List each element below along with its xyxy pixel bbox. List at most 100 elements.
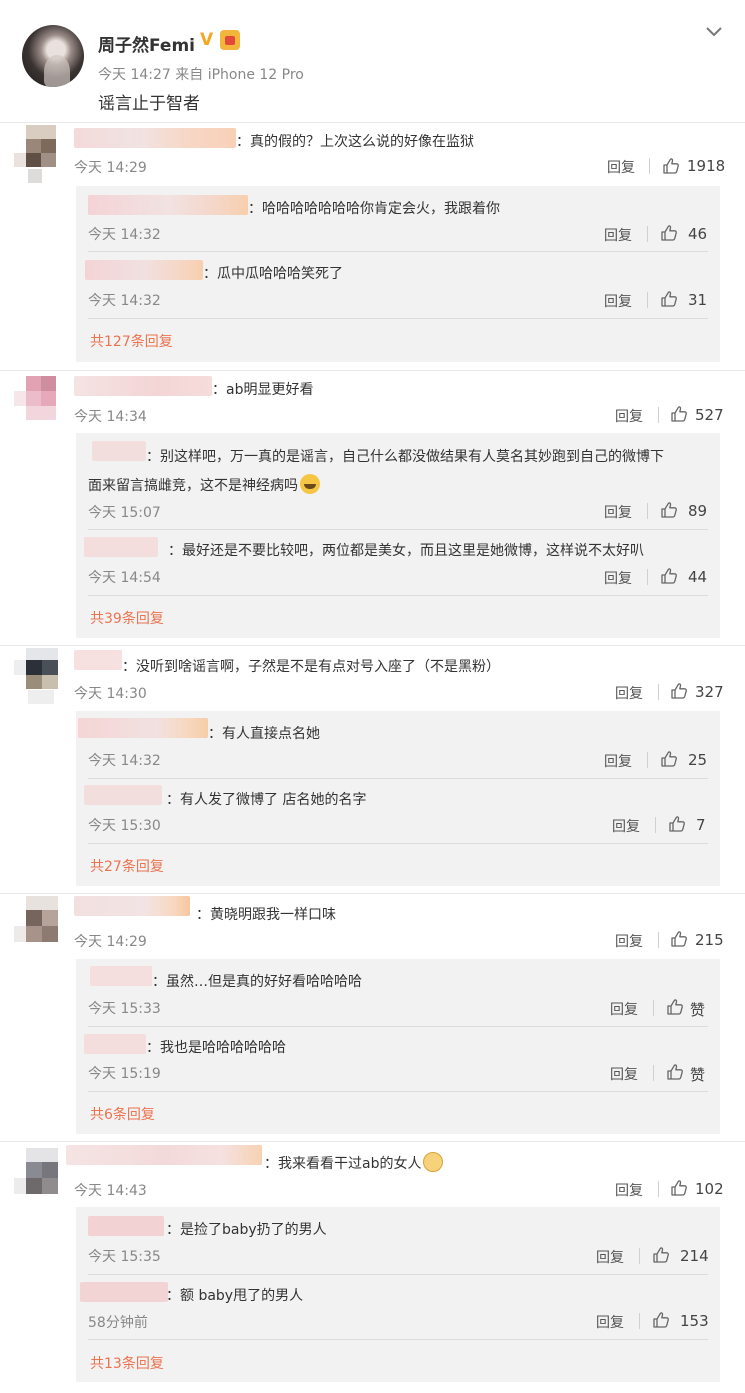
reply-button[interactable]: 回复	[610, 999, 638, 1019]
reply-button[interactable]: 回复	[604, 291, 632, 311]
reply-button[interactable]: 回复	[607, 157, 635, 177]
separator	[647, 569, 648, 585]
commenter-avatar[interactable]	[14, 1148, 58, 1208]
reply-button[interactable]: 回复	[596, 1247, 624, 1267]
divider	[0, 122, 745, 123]
reply-button[interactable]: 回复	[615, 931, 643, 951]
reply-text-line2: 面来留言搞雌竞，这不是神经病吗	[88, 474, 320, 495]
post-time-source: 今天 14:27 来自 iPhone 12 Pro	[98, 67, 304, 83]
reply-text: ：额 baby甩了的男人	[166, 1288, 304, 1304]
like-count[interactable]: 527	[695, 406, 724, 424]
reply-button[interactable]: 回复	[612, 816, 640, 836]
divider	[88, 318, 708, 319]
reply-button[interactable]: 回复	[615, 1180, 643, 1200]
like-icon[interactable]	[660, 290, 678, 308]
like-count[interactable]: 46	[688, 225, 707, 243]
author-name[interactable]: 周子然Femi	[98, 31, 195, 56]
comment-time: 今天 14:30	[74, 686, 147, 702]
like-count[interactable]: 7	[696, 816, 706, 834]
member-badge-icon	[220, 30, 240, 50]
like-icon[interactable]	[662, 157, 680, 175]
like-icon[interactable]	[666, 998, 684, 1016]
commenter-avatar[interactable]	[14, 125, 58, 185]
reply-button[interactable]: 回复	[610, 1064, 638, 1084]
reply-button[interactable]: 回复	[604, 502, 632, 522]
reply-name-blurred[interactable]	[84, 1034, 146, 1054]
reply-time: 今天 15:19	[88, 1066, 161, 1082]
separator	[658, 932, 659, 948]
reply-button[interactable]: 回复	[604, 751, 632, 771]
divider	[88, 595, 708, 596]
like-count[interactable]: 327	[695, 683, 724, 701]
comment-text: ：我来看看干过ab的女人	[264, 1152, 444, 1173]
like-count[interactable]: 44	[688, 568, 707, 586]
reply-name-blurred[interactable]	[88, 195, 248, 215]
author-avatar[interactable]	[22, 25, 84, 87]
like-icon[interactable]	[660, 567, 678, 585]
comment-time: 今天 14:29	[74, 934, 147, 950]
separator	[647, 752, 648, 768]
like-icon[interactable]	[670, 682, 688, 700]
commenter-name-blurred[interactable]	[74, 650, 122, 670]
cat-emoji-icon	[423, 1152, 444, 1172]
separator	[655, 817, 656, 833]
like-count[interactable]: 赞	[690, 1064, 705, 1085]
reply-time: 今天 15:07	[88, 505, 161, 521]
like-count[interactable]: 215	[695, 931, 724, 949]
like-icon[interactable]	[666, 1063, 684, 1081]
more-replies-link[interactable]: 共13条回复	[90, 1353, 164, 1373]
like-count[interactable]: 214	[680, 1247, 709, 1265]
reply-button[interactable]: 回复	[604, 225, 632, 245]
more-replies-link[interactable]: 共27条回复	[90, 856, 164, 876]
like-count[interactable]: 153	[680, 1312, 709, 1330]
like-icon[interactable]	[660, 224, 678, 242]
like-count[interactable]: 25	[688, 751, 707, 769]
like-icon[interactable]	[652, 1311, 670, 1329]
commenter-name-blurred[interactable]	[74, 128, 236, 148]
more-replies-link[interactable]: 共6条回复	[90, 1104, 155, 1124]
more-replies-link[interactable]: 共127条回复	[90, 331, 173, 351]
reply-button[interactable]: 回复	[596, 1312, 624, 1332]
reply-name-blurred[interactable]	[78, 718, 208, 738]
reply-name-blurred[interactable]	[90, 966, 152, 986]
commenter-avatar[interactable]	[14, 648, 58, 708]
reply-name-blurred[interactable]	[84, 785, 162, 805]
comment-text: ：没听到啥谣言啊，子然是不是有点对号入座了（不是黑粉）	[122, 659, 500, 675]
reply-time: 今天 14:32	[88, 753, 161, 769]
reply-text: ：我也是哈哈哈哈哈哈	[146, 1040, 286, 1056]
reply-name-blurred[interactable]	[84, 537, 158, 557]
like-icon[interactable]	[670, 405, 688, 423]
reply-text: ：虽然…但是真的好好看哈哈哈哈	[152, 974, 362, 990]
commenter-avatar[interactable]	[14, 376, 58, 436]
commenter-name-blurred[interactable]	[66, 1145, 262, 1165]
like-icon[interactable]	[652, 1246, 670, 1264]
commenter-name-blurred[interactable]	[74, 896, 190, 916]
like-count[interactable]: 1918	[687, 157, 725, 175]
reply-name-blurred[interactable]	[88, 1216, 164, 1236]
more-replies-link[interactable]: 共39条回复	[90, 608, 164, 628]
reply-button[interactable]: 回复	[615, 683, 643, 703]
reply-name-blurred[interactable]	[92, 441, 146, 461]
like-count[interactable]: 31	[688, 291, 707, 309]
reply-text: ：哈哈哈哈哈哈哈你肯定会火，我跟着你	[248, 201, 500, 217]
like-icon[interactable]	[670, 930, 688, 948]
like-count[interactable]: 赞	[690, 999, 705, 1020]
like-icon[interactable]	[668, 815, 686, 833]
separator	[658, 407, 659, 423]
reply-name-blurred[interactable]	[85, 260, 203, 280]
like-icon[interactable]	[660, 750, 678, 768]
like-icon[interactable]	[670, 1179, 688, 1197]
like-count[interactable]: 102	[695, 1180, 724, 1198]
reply-button[interactable]: 回复	[604, 568, 632, 588]
chevron-down-icon[interactable]	[704, 24, 724, 40]
separator	[647, 503, 648, 519]
like-count[interactable]: 89	[688, 502, 707, 520]
separator	[658, 1181, 659, 1197]
commenter-name-blurred[interactable]	[74, 376, 212, 396]
reply-button[interactable]: 回复	[615, 406, 643, 426]
like-icon[interactable]	[660, 501, 678, 519]
reply-name-blurred[interactable]	[80, 1282, 168, 1302]
separator	[639, 1313, 640, 1329]
commenter-avatar[interactable]	[14, 896, 58, 956]
divider	[88, 1026, 708, 1027]
